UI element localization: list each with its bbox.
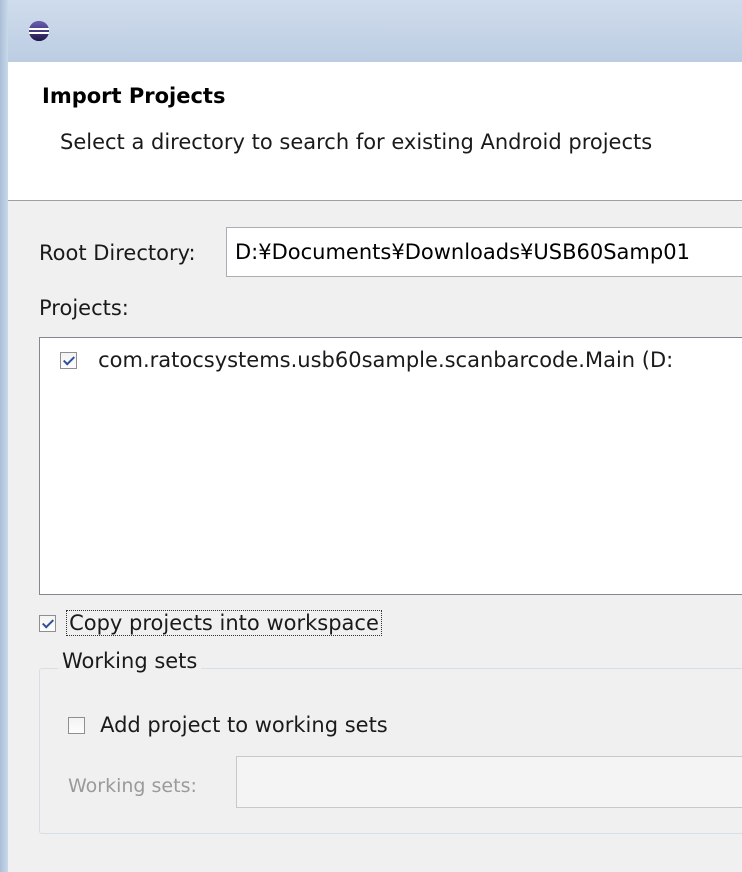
add-to-working-sets-option[interactable]: Add project to working sets — [68, 713, 388, 737]
dialog-content: Root Directory: Projects: com.ratocsyste… — [8, 201, 742, 872]
root-directory-input[interactable] — [226, 227, 742, 277]
projects-label: Projects: — [39, 296, 129, 320]
window-titlebar[interactable] — [8, 0, 742, 62]
add-to-working-sets-checkbox[interactable] — [68, 716, 85, 734]
working-sets-combo — [236, 756, 742, 808]
eclipse-icon — [29, 21, 49, 41]
copy-projects-checkbox[interactable] — [39, 614, 56, 632]
window-left-border — [0, 0, 8, 872]
working-sets-legend: Working sets — [58, 649, 202, 673]
dialog-description: Select a directory to search for existin… — [60, 130, 653, 154]
dialog-banner: Import Projects Select a directory to se… — [8, 62, 742, 201]
root-directory-label: Root Directory: — [39, 241, 196, 265]
project-checkbox[interactable] — [60, 351, 77, 369]
dialog-title: Import Projects — [42, 84, 226, 108]
working-sets-group: Working sets Add project to working sets… — [39, 649, 742, 834]
working-sets-field-label: Working sets: — [68, 775, 197, 797]
list-item[interactable]: com.ratocsystems.usb60sample.scanbarcode… — [60, 348, 673, 378]
copy-projects-option[interactable]: Copy projects into workspace — [39, 610, 382, 636]
projects-list[interactable]: com.ratocsystems.usb60sample.scanbarcode… — [39, 337, 742, 595]
add-to-working-sets-label[interactable]: Add project to working sets — [100, 713, 388, 737]
copy-projects-label[interactable]: Copy projects into workspace — [66, 610, 382, 636]
project-name: com.ratocsystems.usb60sample.scanbarcode… — [98, 348, 674, 372]
